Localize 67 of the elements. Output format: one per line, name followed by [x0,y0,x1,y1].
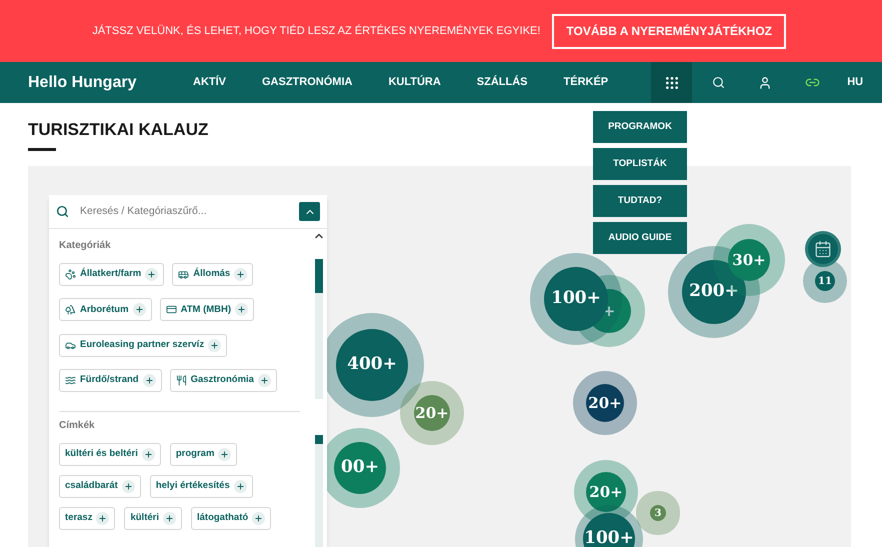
map-cluster-marker[interactable]: 00+ [334,442,386,494]
filter-chip[interactable]: kültéri [124,507,182,530]
filter-chip[interactable]: Állomás [172,263,254,286]
filter-chip[interactable]: Állatkert/farm [59,263,164,286]
add-icon [258,374,271,387]
search-input[interactable]: Keresés / Kategóriaszűrő... [80,204,299,220]
apps-menu-button[interactable] [651,62,692,103]
search-icon [712,76,726,89]
filter-chip[interactable]: terasz [59,507,116,530]
logo[interactable]: Hello Hungary [28,70,136,94]
calendar-icon [814,240,832,258]
filter-chip[interactable]: program [170,443,238,466]
map-cluster-marker[interactable]: 400+ [336,329,408,401]
category-icon [176,374,187,386]
map-cluster-marker[interactable]: 20+ [586,472,626,512]
page-title: TURISZTIKAI KALAUZ [28,119,208,141]
map-cluster-marker[interactable]: 3 [650,505,666,521]
filter-chip[interactable]: helyi értékesítés [150,475,253,498]
nav-link[interactable]: KULTÚRA [388,74,441,91]
calendar-marker[interactable] [805,231,841,267]
category-icon [178,269,190,280]
collapse-button[interactable] [299,202,320,221]
filter-chip[interactable]: Fürdő/strand [59,368,162,392]
add-icon [208,338,222,352]
filter-chip[interactable]: kültéri és beltéri [59,443,161,466]
add-icon [252,512,266,525]
add-icon [122,480,135,493]
grid-icon [664,74,680,90]
filter-chip[interactable]: családbarát [59,475,141,498]
filter-chip[interactable]: ATM (MBH) [160,298,254,322]
nav-link[interactable]: SZÁLLÁS [476,74,528,91]
add-icon [234,480,247,493]
add-icon [162,512,176,525]
apps-menu-item[interactable]: TUDTAD? [593,185,687,217]
filter-chip[interactable]: Euroleasing partner szervíz [59,334,228,356]
language-button[interactable]: HU [840,74,870,91]
category-icon [65,269,76,280]
add-icon [235,303,248,316]
add-icon [96,512,110,525]
category-icon [166,304,177,316]
map-cluster-marker[interactable]: 100+ [583,513,635,547]
map-cluster-marker[interactable]: 11 [815,271,835,291]
filter-chip[interactable]: Gasztronómia [170,368,277,392]
nav-link[interactable]: TÉRKÉP [564,74,608,91]
add-icon [234,268,248,281]
banner-text: JÁTSSZ VELÜNK, ÉS LEHET, HOGY TIÉD LESZ AZ ÉRTÉKES NYEREMÉNYEK EGYIKE! [92,24,540,39]
add-icon [145,268,158,281]
apps-menu-item[interactable]: TOPLISTÁK [593,148,687,180]
add-icon [218,448,232,461]
apps-menu-item[interactable]: PROGRAMOK [593,111,687,143]
map-cluster-marker[interactable]: 20+ [414,395,450,431]
add-icon [142,448,155,461]
filter-chip[interactable]: Arborétum [59,298,152,322]
user-icon [758,76,772,90]
add-icon [142,374,156,387]
map-cluster-marker[interactable]: 20+ [586,384,624,422]
map-cluster-marker[interactable]: 30+ [728,239,770,281]
section-heading: Kategóriák [59,239,112,253]
nav-link[interactable]: AKTÍV [193,74,226,91]
nav-link[interactable]: GASZTRONÓMIA [262,74,352,91]
add-icon [132,303,146,316]
category-icon [65,374,76,386]
filter-chip[interactable]: látogatható [190,507,272,530]
apps-menu-item[interactable]: AUDIO GUIDE [593,222,687,254]
category-icon [65,304,76,316]
section-heading: Címkék [59,419,96,433]
search-icon [56,205,69,218]
